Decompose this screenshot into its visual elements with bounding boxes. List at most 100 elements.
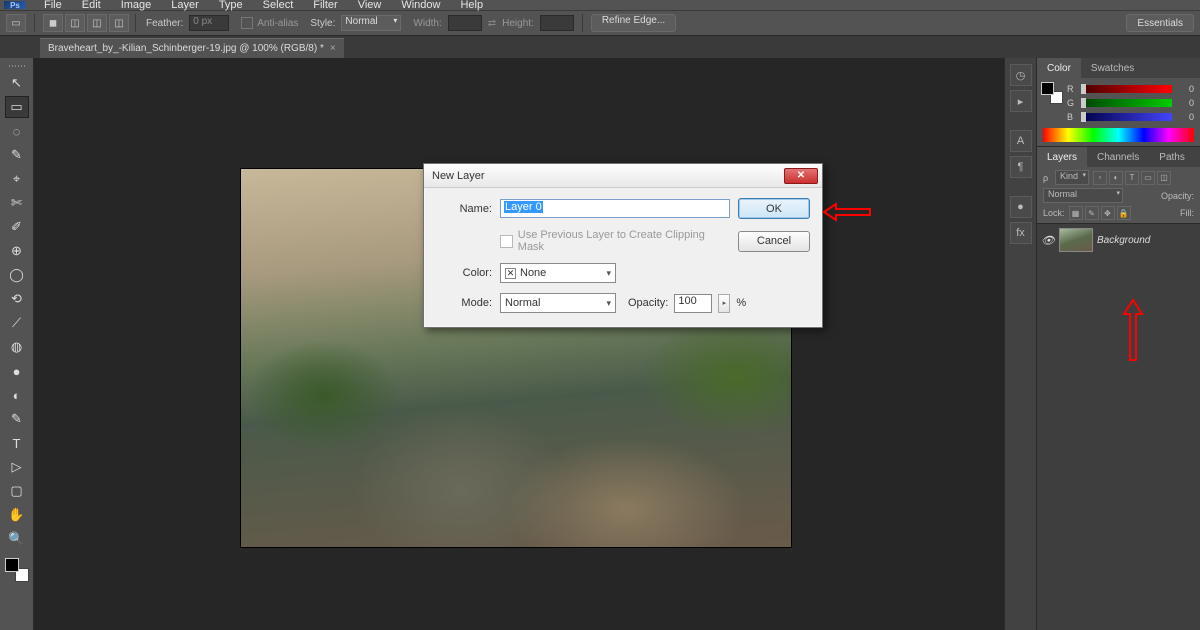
paragraph-panel-icon[interactable]: ¶ bbox=[1010, 156, 1032, 178]
tab-swatches[interactable]: Swatches bbox=[1081, 58, 1144, 78]
color-panel-header: Color Swatches bbox=[1037, 58, 1200, 78]
menu-filter[interactable]: Filter bbox=[303, 0, 347, 11]
menu-edit[interactable]: Edit bbox=[72, 0, 111, 11]
spectrum-ramp[interactable] bbox=[1043, 128, 1194, 142]
menu-window[interactable]: Window bbox=[391, 0, 450, 11]
g-label: G bbox=[1067, 98, 1077, 108]
menu-select[interactable]: Select bbox=[253, 0, 304, 11]
type-tool[interactable]: T bbox=[5, 432, 29, 454]
eyedropper-tool[interactable]: ✄ bbox=[5, 192, 29, 214]
g-slider[interactable] bbox=[1081, 99, 1172, 107]
lasso-tool[interactable]: ◌ bbox=[5, 120, 29, 142]
blur-tool[interactable]: ● bbox=[5, 360, 29, 382]
menu-view[interactable]: View bbox=[348, 0, 392, 11]
menu-file[interactable]: File bbox=[34, 0, 72, 11]
path-tool[interactable]: ▷ bbox=[5, 456, 29, 478]
dialog-close-button[interactable]: ✕ bbox=[784, 168, 818, 184]
width-label: Width: bbox=[413, 18, 441, 29]
brush-tool[interactable]: ⊕ bbox=[5, 240, 29, 262]
marquee-tool[interactable]: ▭ bbox=[5, 96, 29, 118]
styles-panel-icon[interactable]: fx bbox=[1010, 222, 1032, 244]
quick-select-tool[interactable]: ✎ bbox=[5, 144, 29, 166]
filter-shape-icon[interactable]: ▭ bbox=[1141, 171, 1155, 185]
annotation-arrow-layer bbox=[1124, 300, 1142, 360]
actions-panel-icon[interactable]: ▸ bbox=[1010, 90, 1032, 112]
layer-name: Background bbox=[1097, 235, 1150, 246]
gradient-tool[interactable]: ◍ bbox=[5, 336, 29, 358]
brush-panel-icon[interactable]: ● bbox=[1010, 196, 1032, 218]
history-brush-tool[interactable]: ⟲ bbox=[5, 288, 29, 310]
ok-button[interactable]: OK bbox=[738, 198, 810, 219]
character-panel-icon[interactable]: A bbox=[1010, 130, 1032, 152]
opacity-suffix: % bbox=[736, 297, 746, 309]
crop-tool[interactable]: ⌖ bbox=[5, 168, 29, 190]
options-bar: ▭ ◼ ◫ ◫ ◫ Feather: 0 px Anti-alias Style… bbox=[0, 10, 1200, 36]
select-new-icon[interactable]: ◼ bbox=[43, 14, 63, 32]
menu-type[interactable]: Type bbox=[209, 0, 253, 11]
filter-adjust-icon[interactable]: ◐ bbox=[1109, 171, 1123, 185]
shape-tool[interactable]: ▢ bbox=[5, 480, 29, 502]
blend-mode-dialog-select[interactable]: Normal bbox=[500, 293, 616, 313]
healing-tool[interactable]: ✐ bbox=[5, 216, 29, 238]
b-value: 0 bbox=[1176, 112, 1194, 122]
dialog-title: New Layer bbox=[432, 170, 485, 182]
lock-position-icon[interactable]: ✥ bbox=[1101, 206, 1115, 220]
tab-layers[interactable]: Layers bbox=[1037, 147, 1087, 167]
canvas-area[interactable] bbox=[34, 58, 1004, 630]
history-panel-icon[interactable]: ◷ bbox=[1010, 64, 1032, 86]
eraser-tool[interactable]: ⟋ bbox=[5, 312, 29, 334]
select-add-icon[interactable]: ◫ bbox=[65, 14, 85, 32]
foreground-swatch[interactable] bbox=[5, 558, 19, 572]
select-subtract-icon[interactable]: ◫ bbox=[87, 14, 107, 32]
feather-input[interactable]: 0 px bbox=[189, 15, 229, 31]
menu-image[interactable]: Image bbox=[111, 0, 162, 11]
b-slider[interactable] bbox=[1081, 113, 1172, 121]
move-tool[interactable]: ↖ bbox=[5, 72, 29, 94]
document-tab-title: Braveheart_by_-Kilian_Schinberger-19.jpg… bbox=[48, 43, 324, 54]
annotation-arrow-ok bbox=[824, 204, 870, 220]
style-select[interactable]: Normal bbox=[341, 15, 401, 31]
tool-preset-icon[interactable]: ▭ bbox=[6, 14, 26, 32]
filter-smart-icon[interactable]: ◫ bbox=[1157, 171, 1171, 185]
swap-dims-icon: ⇄ bbox=[488, 18, 496, 29]
hand-tool[interactable]: ✋ bbox=[5, 504, 29, 526]
lock-all-icon[interactable]: 🔒 bbox=[1117, 206, 1131, 220]
tab-paths[interactable]: Paths bbox=[1149, 147, 1195, 167]
lock-pixels-icon[interactable]: ✎ bbox=[1085, 206, 1099, 220]
pen-tool[interactable]: ✎ bbox=[5, 408, 29, 430]
blend-mode-select[interactable]: Normal bbox=[1043, 188, 1123, 203]
style-label: Style: bbox=[310, 18, 335, 29]
close-tab-icon[interactable]: × bbox=[330, 43, 336, 54]
refine-edge-button[interactable]: Refine Edge... bbox=[591, 14, 676, 32]
layer-item-background[interactable]: 👁 Background bbox=[1037, 226, 1200, 254]
opacity-spinner[interactable]: ▸ bbox=[718, 294, 730, 313]
tab-channels[interactable]: Channels bbox=[1087, 147, 1149, 167]
layer-name-input[interactable]: Layer 0 bbox=[500, 199, 730, 218]
stamp-tool[interactable]: ◯ bbox=[5, 264, 29, 286]
panel-fg-swatch[interactable] bbox=[1041, 82, 1054, 95]
layer-kind-filter[interactable]: Kind bbox=[1055, 170, 1089, 185]
tools-grip-icon[interactable] bbox=[5, 62, 29, 70]
visibility-eye-icon[interactable]: 👁 bbox=[1041, 234, 1055, 247]
dialog-titlebar[interactable]: New Layer ✕ bbox=[424, 164, 822, 188]
lock-transparent-icon[interactable]: ▦ bbox=[1069, 206, 1083, 220]
layer-thumbnail[interactable] bbox=[1059, 228, 1093, 252]
zoom-tool[interactable]: 🔍 bbox=[5, 528, 29, 550]
filter-pixel-icon[interactable]: ▫ bbox=[1093, 171, 1107, 185]
layer-color-select[interactable]: ✕ None bbox=[500, 263, 616, 283]
app-logo-icon: Ps bbox=[4, 1, 26, 9]
menu-help[interactable]: Help bbox=[450, 0, 493, 11]
layer-list: 👁 Background bbox=[1037, 223, 1200, 630]
tab-color[interactable]: Color bbox=[1037, 58, 1081, 78]
document-tab[interactable]: Braveheart_by_-Kilian_Schinberger-19.jpg… bbox=[40, 38, 344, 58]
dodge-tool[interactable]: ◐ bbox=[5, 384, 29, 406]
select-intersect-icon[interactable]: ◫ bbox=[109, 14, 129, 32]
r-slider[interactable] bbox=[1081, 85, 1172, 93]
workspace-switcher[interactable]: Essentials bbox=[1126, 14, 1194, 32]
filter-type-icon[interactable]: T bbox=[1125, 171, 1139, 185]
menu-layer[interactable]: Layer bbox=[161, 0, 209, 11]
opacity-input[interactable]: 100 bbox=[674, 294, 712, 313]
layers-panel-header: Layers Channels Paths bbox=[1037, 147, 1200, 167]
cancel-button[interactable]: Cancel bbox=[738, 231, 810, 252]
color-swatch-pair[interactable] bbox=[5, 558, 29, 582]
